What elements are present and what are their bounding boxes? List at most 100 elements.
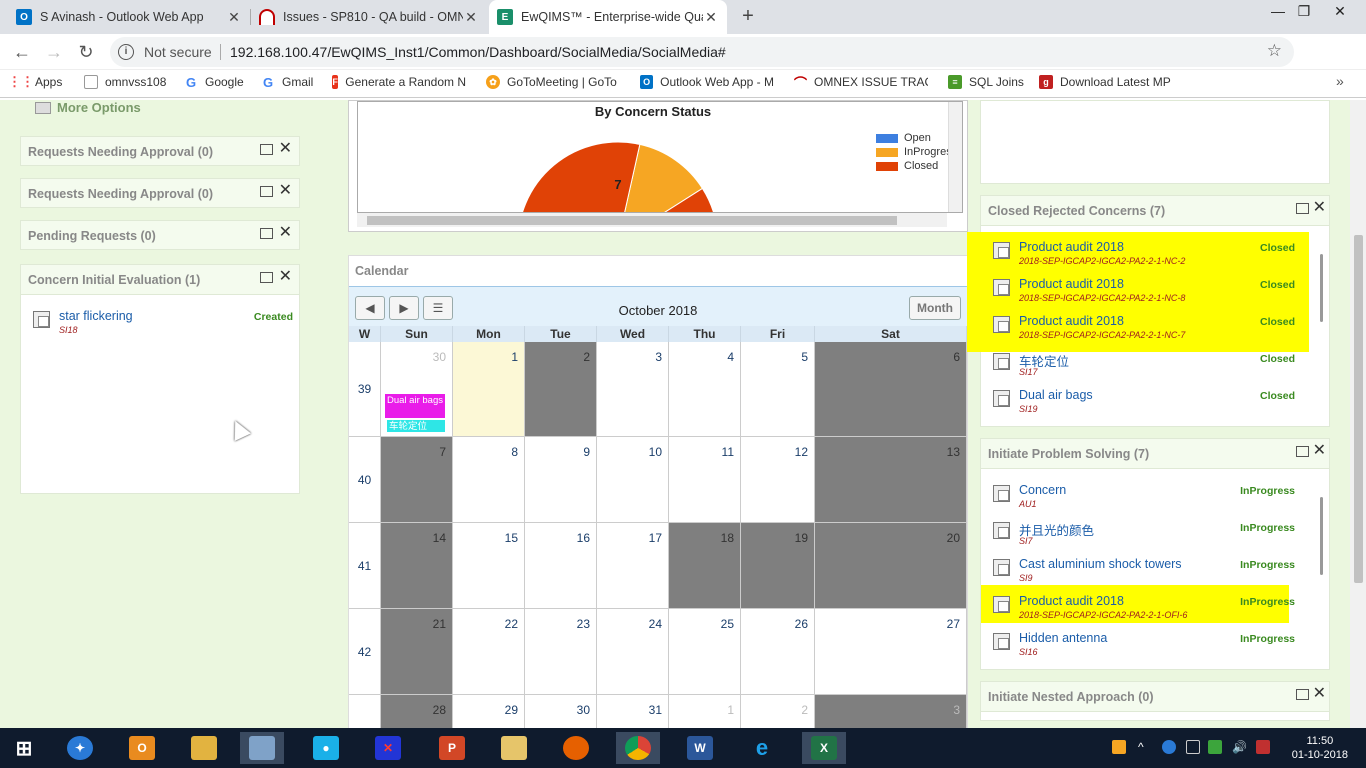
list-item[interactable]: Cast aluminium shock towers SI9 InProgress xyxy=(981,555,1329,591)
calendar-day-cell[interactable]: 14 xyxy=(381,523,453,609)
taskbar-camera[interactable]: ● xyxy=(304,732,348,764)
item-name-link[interactable]: Product audit 2018 xyxy=(1019,594,1124,608)
bookmark-omnex-issue[interactable]: ⌒ OMNEX ISSUE TRACK xyxy=(794,75,928,89)
bookmark-gotomeeting[interactable]: ✿ GoToMeeting | GoTo xyxy=(486,75,620,89)
taskbar-powerpoint[interactable]: P xyxy=(430,732,474,764)
list-scrollbar[interactable] xyxy=(1320,497,1323,575)
bookmark-apps[interactable]: ⋮⋮ Apps xyxy=(8,74,62,89)
expand-icon[interactable] xyxy=(1296,203,1309,214)
close-tab-icon[interactable]: ✕ xyxy=(703,9,719,26)
bookmarks-overflow-icon[interactable]: » xyxy=(1336,73,1344,89)
volume-icon[interactable]: 🔊 xyxy=(1232,740,1247,754)
scroll-thumb[interactable] xyxy=(1354,235,1363,583)
calendar-day-cell[interactable]: 24 xyxy=(597,609,669,695)
list-item[interactable]: star flickering SI18 Created xyxy=(21,307,299,343)
calendar-day-cell[interactable]: 30 Dual air bags 车轮定位 xyxy=(381,342,453,437)
calendar-event[interactable]: 车轮定位 xyxy=(387,420,445,432)
expand-icon[interactable] xyxy=(1296,689,1309,700)
calendar-day-cell[interactable]: 6 xyxy=(815,342,967,437)
url-text[interactable]: 192.168.100.47/EwQIMS_Inst1/Common/Dashb… xyxy=(230,44,726,60)
taskbar-files[interactable] xyxy=(492,732,536,764)
chart-horizontal-scrollbar[interactable] xyxy=(357,213,947,227)
calendar-day-cell[interactable]: 5 xyxy=(741,342,815,437)
month-view-button[interactable]: Month xyxy=(909,296,961,320)
close-tab-icon[interactable]: ✕ xyxy=(463,9,479,26)
item-name-link[interactable]: Dual air bags xyxy=(1019,388,1093,402)
network-app-icon[interactable] xyxy=(1162,740,1176,754)
calendar-day-cell[interactable]: 20 xyxy=(815,523,967,609)
calendar-day-cell[interactable]: 1 xyxy=(453,342,525,437)
shield-icon[interactable] xyxy=(1112,740,1126,754)
list-item[interactable]: 车轮定位 SI17 Closed xyxy=(981,349,1329,385)
start-button[interactable]: ⊞ xyxy=(2,732,46,764)
page-scrollbar[interactable] xyxy=(1350,100,1366,728)
calendar-day-cell[interactable]: 22 xyxy=(453,609,525,695)
calendar-day-cell[interactable]: 12 xyxy=(741,437,815,523)
taskbar-firefox[interactable] xyxy=(554,732,598,764)
taskbar-excel[interactable]: X xyxy=(802,732,846,764)
calendar-day-cell[interactable]: 27 xyxy=(815,609,967,695)
calendar-day-cell[interactable]: 29 xyxy=(453,695,525,728)
close-icon[interactable]: ✕ xyxy=(279,140,292,158)
list-item[interactable]: Product audit 2018 2018-SEP-IGCAP2-IGCA2-… xyxy=(981,592,1329,628)
bookmark-gmail[interactable]: G Gmail xyxy=(261,75,313,90)
calendar-day-cell[interactable]: 19 xyxy=(741,523,815,609)
calendar-day-cell[interactable]: 3 xyxy=(815,695,967,728)
calendar-day-cell[interactable]: 1 xyxy=(669,695,741,728)
url-field[interactable]: i Not secure 192.168.100.47/EwQIMS_Inst1… xyxy=(110,37,1294,67)
tab-issues[interactable]: Issues - SP810 - QA build - OMN ✕ xyxy=(251,0,487,34)
bookmark-omnvss108[interactable]: omnvss108 xyxy=(84,75,166,89)
bookmark-google[interactable]: G Google xyxy=(184,75,244,90)
list-item[interactable]: Product audit 2018 2018-SEP-IGCAP2-IGCA2-… xyxy=(981,275,1329,311)
tab-ewqims[interactable]: E EwQIMS™ - Enterprise-wide Qua ✕ xyxy=(489,0,727,34)
info-icon[interactable]: i xyxy=(118,44,134,60)
calendar-day-cell[interactable]: 3 xyxy=(597,342,669,437)
calendar-day-cell[interactable]: 9 xyxy=(525,437,597,523)
chevron-up-icon[interactable]: ^ xyxy=(1138,740,1152,754)
calendar-day-cell[interactable]: 25 xyxy=(669,609,741,695)
expand-icon[interactable] xyxy=(260,228,273,239)
system-clock[interactable]: 11:50 01-10-2018 xyxy=(1292,734,1348,762)
calendar-day-cell[interactable]: 21 xyxy=(381,609,453,695)
calendar-day-cell[interactable]: 23 xyxy=(525,609,597,695)
close-tab-icon[interactable]: ✕ xyxy=(226,9,242,26)
item-name-link[interactable]: Product audit 2018 xyxy=(1019,277,1124,291)
taskbar-outlook[interactable]: O xyxy=(120,732,164,764)
calendar-day-cell[interactable]: 8 xyxy=(453,437,525,523)
list-item[interactable]: Dual air bags SI19 Closed xyxy=(981,386,1329,422)
list-item[interactable]: Concern AU1 InProgress xyxy=(981,481,1329,517)
close-icon[interactable]: ✕ xyxy=(279,268,292,286)
bookmark-sql-joins[interactable]: ≡ SQL Joins xyxy=(948,75,1024,89)
network-icon[interactable] xyxy=(1186,740,1200,754)
bookmark-outlook[interactable]: O Outlook Web App - M xyxy=(640,75,774,89)
close-window-icon[interactable]: ✕ xyxy=(1320,0,1360,24)
list-item[interactable]: Product audit 2018 2018-SEP-IGCAP2-IGCA2-… xyxy=(981,312,1329,348)
new-tab-button[interactable]: + xyxy=(737,5,759,27)
item-name-link[interactable]: Concern xyxy=(1019,483,1066,497)
taskbar-safari[interactable]: ✦ xyxy=(58,732,102,764)
restore-icon[interactable]: ❐ xyxy=(1284,0,1324,24)
flag-icon[interactable] xyxy=(1256,740,1270,754)
close-icon[interactable]: ✕ xyxy=(1313,442,1326,460)
item-name-link[interactable]: Cast aluminium shock towers xyxy=(1019,557,1182,571)
close-icon[interactable]: ✕ xyxy=(1313,685,1326,703)
calendar-day-cell[interactable]: 4 xyxy=(669,342,741,437)
bookmark-download[interactable]: g Download Latest MP xyxy=(1039,75,1173,89)
calendar-day-cell[interactable]: 26 xyxy=(741,609,815,695)
close-icon[interactable]: ✕ xyxy=(279,224,292,242)
calendar-day-cell[interactable]: 2 xyxy=(525,342,597,437)
taskbar-explorer[interactable] xyxy=(182,732,226,764)
chart-vertical-scrollbar[interactable] xyxy=(948,102,962,212)
item-name-link[interactable]: Product audit 2018 xyxy=(1019,314,1124,328)
close-icon[interactable]: ✕ xyxy=(279,182,292,200)
expand-icon[interactable] xyxy=(1296,446,1309,457)
taskbar-ie[interactable]: e xyxy=(740,732,784,764)
list-scrollbar[interactable] xyxy=(1320,254,1323,322)
taskbar-word[interactable]: W xyxy=(678,732,722,764)
taskbar-chrome[interactable] xyxy=(616,732,660,764)
taskbar-xmind[interactable]: ✕ xyxy=(366,732,410,764)
reload-icon[interactable]: ↻ xyxy=(74,40,98,64)
back-arrow-icon[interactable]: ← xyxy=(10,40,34,64)
more-options-link[interactable]: More Options xyxy=(35,100,141,115)
bookmark-random[interactable]: F Generate a Random N xyxy=(332,75,466,89)
